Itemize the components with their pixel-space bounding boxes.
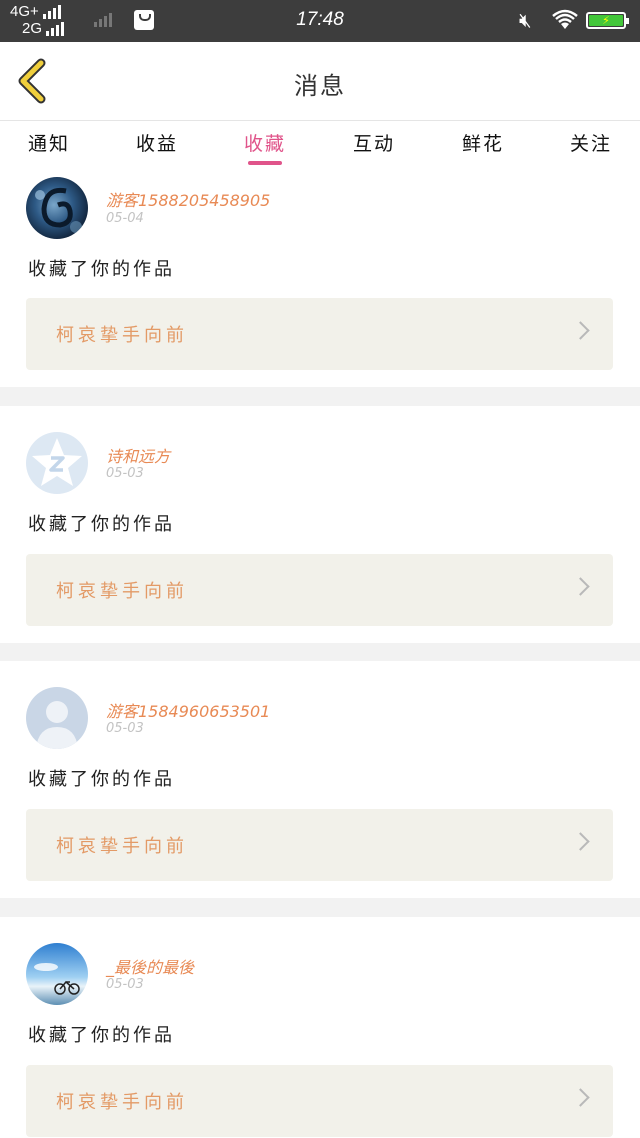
message-date: 05-03 — [106, 466, 144, 481]
message-action: 收藏了你的作品 — [28, 259, 175, 280]
muted-icon: 🔇︎ — [519, 8, 532, 32]
avatar[interactable] — [26, 432, 88, 494]
tab-earnings[interactable]: 收益 — [117, 129, 197, 156]
status-time: 17:48 — [296, 9, 344, 30]
chevron-right-icon — [571, 832, 590, 851]
avatar[interactable] — [26, 177, 88, 239]
tab-favorites[interactable]: 收藏 — [225, 129, 305, 156]
battery-charging-icon: ⚡︎ — [586, 12, 629, 29]
message-card: 诗和远方 05-03 收藏了你的作品 柯哀挚手向前 — [0, 406, 640, 643]
work-title: 柯哀挚手向前 — [56, 1092, 188, 1113]
chevron-right-icon — [571, 1088, 590, 1107]
work-title: 柯哀挚手向前 — [56, 325, 188, 346]
tab-bar: 通知 收益 收藏 互动 鲜花 关注 — [0, 121, 640, 167]
nav-header: 消息 — [0, 42, 640, 121]
active-tab-indicator — [248, 161, 282, 165]
work-link[interactable]: 柯哀挚手向前 — [26, 809, 613, 881]
avatar[interactable] — [26, 943, 88, 1005]
tab-notifications[interactable]: 通知 — [9, 129, 89, 156]
chevron-right-icon — [571, 577, 590, 596]
username[interactable]: _最後的最後 — [106, 954, 194, 978]
work-link[interactable]: 柯哀挚手向前 — [26, 1065, 613, 1137]
message-card: 游客15849606535​01 05-03 收藏了你的作品 柯哀挚手向前 — [0, 661, 640, 898]
avatar[interactable] — [26, 687, 88, 749]
message-card: _最後的最後 05-03 收藏了你的作品 柯哀挚手向前 — [0, 917, 640, 1138]
message-date: 05-03 — [106, 721, 144, 736]
work-link[interactable]: 柯哀挚手向前 — [26, 554, 613, 626]
page-title: 消息 — [294, 72, 346, 100]
username[interactable]: 诗和远方 — [106, 443, 170, 467]
message-card: 游客15882054589​05 05-04 收藏了你的作品 柯哀挚手向前 — [0, 167, 640, 387]
work-title: 柯哀挚手向前 — [56, 581, 188, 602]
message-action: 收藏了你的作品 — [28, 769, 175, 790]
message-date: 05-04 — [106, 211, 144, 226]
status-bar: 4G+ 2G 17:48 🔇︎ ⚡︎ — [0, 0, 640, 42]
wifi-icon — [552, 9, 578, 36]
message-action: 收藏了你的作品 — [28, 1025, 175, 1046]
message-date: 05-03 — [106, 977, 144, 992]
work-title: 柯哀挚手向前 — [56, 836, 188, 857]
work-link[interactable]: 柯哀挚手向前 — [26, 298, 613, 370]
tab-flowers[interactable]: 鲜花 — [443, 129, 523, 156]
chevron-right-icon — [571, 321, 590, 340]
message-action: 收藏了你的作品 — [28, 514, 175, 535]
username[interactable]: 游客15849606535​01 — [106, 698, 270, 722]
tab-interactions[interactable]: 互动 — [334, 129, 414, 156]
username[interactable]: 游客15882054589​05 — [106, 187, 270, 211]
tab-following[interactable]: 关注 — [551, 129, 631, 156]
